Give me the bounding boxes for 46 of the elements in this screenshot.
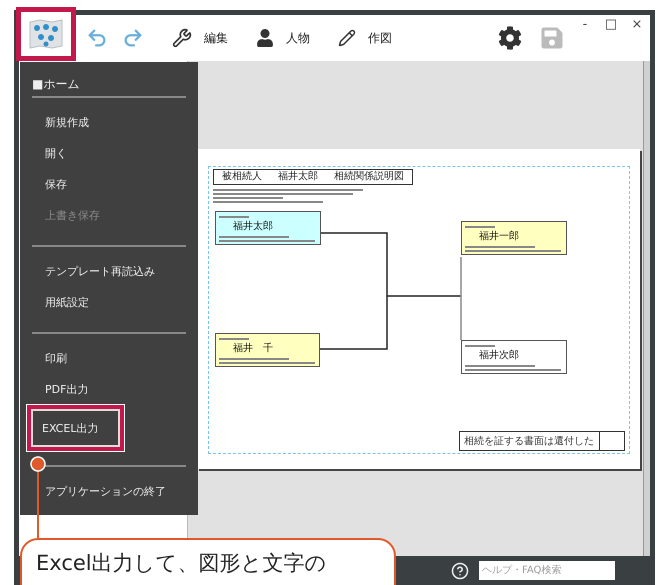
- pencil-icon: [338, 29, 356, 47]
- menu-title: ■ホーム: [32, 76, 80, 93]
- toolbar-button[interactable]: 編集: [172, 28, 228, 48]
- undo-button[interactable]: [86, 27, 108, 49]
- menu-item[interactable]: テンプレート再読込み: [32, 256, 186, 287]
- title-text: 相続関係説明図: [334, 172, 404, 182]
- illegible-line: [213, 197, 283, 199]
- menu-item[interactable]: EXCEL出力: [27, 405, 124, 451]
- menu-item[interactable]: 用紙設定: [32, 287, 186, 318]
- window-control[interactable]: □: [598, 17, 624, 32]
- window-control[interactable]: ×: [624, 17, 650, 32]
- illegible-line: [219, 236, 289, 238]
- menu-item[interactable]: 印刷: [32, 343, 186, 374]
- wrench-icon: [172, 28, 192, 48]
- menu-item[interactable]: 保存: [32, 169, 186, 200]
- toolbar-button[interactable]: 作図: [338, 29, 392, 47]
- person-icon: [256, 29, 274, 47]
- search-field[interactable]: ヘルプ・FAQ検索: [479, 561, 615, 580]
- person-name: 福井 千: [233, 342, 274, 355]
- footer-text: 相続を証する書面は還付した: [460, 432, 600, 450]
- menu-item[interactable]: アプリケーションの終了: [32, 476, 186, 507]
- illegible-line: [219, 358, 289, 360]
- person-name: 福井次郎: [479, 348, 520, 362]
- menu-item[interactable]: 新規作成: [32, 107, 186, 138]
- illegible-line: [465, 345, 495, 347]
- menu-item[interactable]: PDF出力: [32, 374, 186, 405]
- illegible-line: [465, 246, 535, 248]
- menu-item[interactable]: 開く: [32, 138, 186, 169]
- app-menu-button[interactable]: [16, 7, 76, 61]
- title-text: 福井太郎: [278, 172, 318, 182]
- scrollbar[interactable]: [643, 61, 650, 556]
- illegible-line: [465, 226, 495, 228]
- person-name: 福井一郎: [479, 230, 520, 243]
- callout-text: Excel出力して、図形と文字の: [36, 551, 327, 575]
- illegible-line: [219, 338, 249, 340]
- help-icon[interactable]: [451, 562, 469, 580]
- illegible-line: [219, 216, 249, 218]
- map-icon: [29, 19, 63, 49]
- settings-button[interactable]: [498, 26, 522, 50]
- title-text: 被相続人: [222, 172, 262, 182]
- toolbar-button[interactable]: 人物: [256, 29, 310, 47]
- illegible-line: [465, 365, 535, 367]
- redo-button[interactable]: [122, 27, 144, 49]
- save-button[interactable]: [540, 26, 564, 50]
- window-control[interactable]: -: [572, 17, 598, 32]
- person-name: 福井太郎: [233, 220, 274, 233]
